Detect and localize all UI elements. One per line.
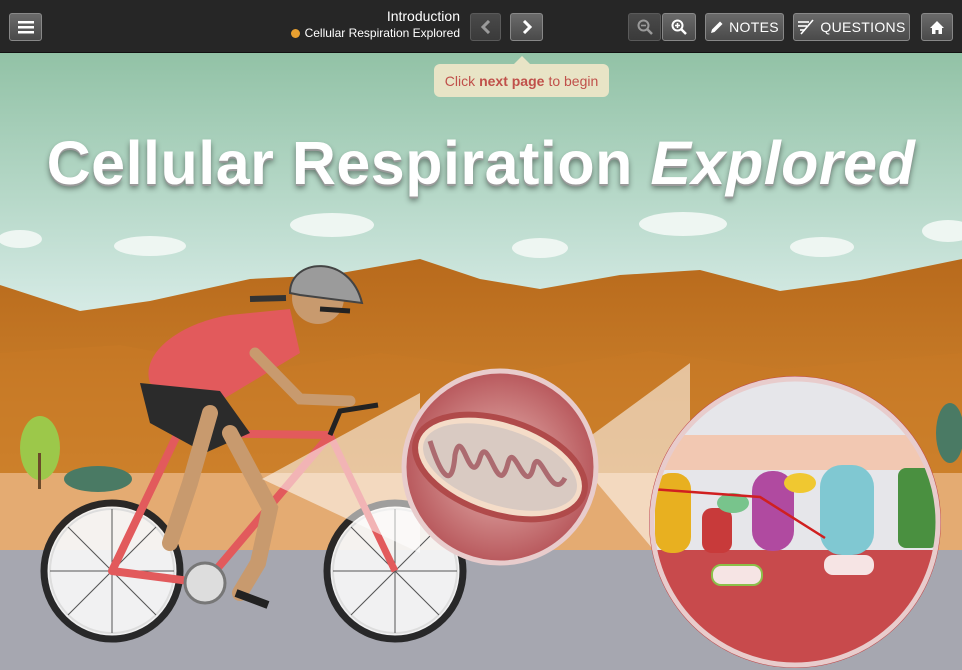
title-illustration: Cellular Respiration Explored xyxy=(0,53,962,670)
questions-button[interactable]: QUESTIONS xyxy=(793,13,910,41)
pencil-icon xyxy=(711,21,723,33)
chapter-title: Introduction xyxy=(386,8,460,24)
zoom-out-button[interactable] xyxy=(628,13,661,41)
chevron-left-icon xyxy=(480,20,490,34)
home-button[interactable] xyxy=(921,13,953,41)
book-icon xyxy=(290,29,300,38)
hint-prefix: Click xyxy=(444,72,476,89)
mitochondrion-inset xyxy=(401,368,599,566)
previous-page-button[interactable] xyxy=(470,13,501,41)
next-page-hint: Click next page to begin xyxy=(434,56,609,97)
questions-label: QUESTIONS xyxy=(820,19,906,35)
hamburger-menu-icon xyxy=(17,20,34,33)
questions-icon xyxy=(798,19,815,35)
notes-button[interactable]: NOTES xyxy=(705,13,784,41)
zoom-in-button[interactable] xyxy=(662,13,696,41)
hint-suffix: to begin xyxy=(548,72,599,89)
chevron-right-icon xyxy=(522,20,532,34)
menu-button[interactable] xyxy=(9,13,42,41)
zoom-in-icon xyxy=(671,19,687,35)
heading-main: Cellular Respiration xyxy=(46,129,633,197)
book-title: Cellular Respiration Explored xyxy=(304,26,460,40)
zoom-out-icon xyxy=(637,19,653,35)
top-toolbar: Introduction Cellular Respiration Explor… xyxy=(0,0,962,53)
heading-italic: Explored xyxy=(650,129,916,197)
hint-emphasis: next page xyxy=(479,72,545,89)
next-page-button[interactable] xyxy=(510,13,543,41)
notes-label: NOTES xyxy=(729,19,779,35)
home-icon xyxy=(930,20,944,34)
book-title-row: Cellular Respiration Explored xyxy=(290,25,460,42)
page-heading: Cellular Respiration Explored xyxy=(0,128,962,198)
title-block: Introduction Cellular Respiration Explor… xyxy=(290,8,460,42)
